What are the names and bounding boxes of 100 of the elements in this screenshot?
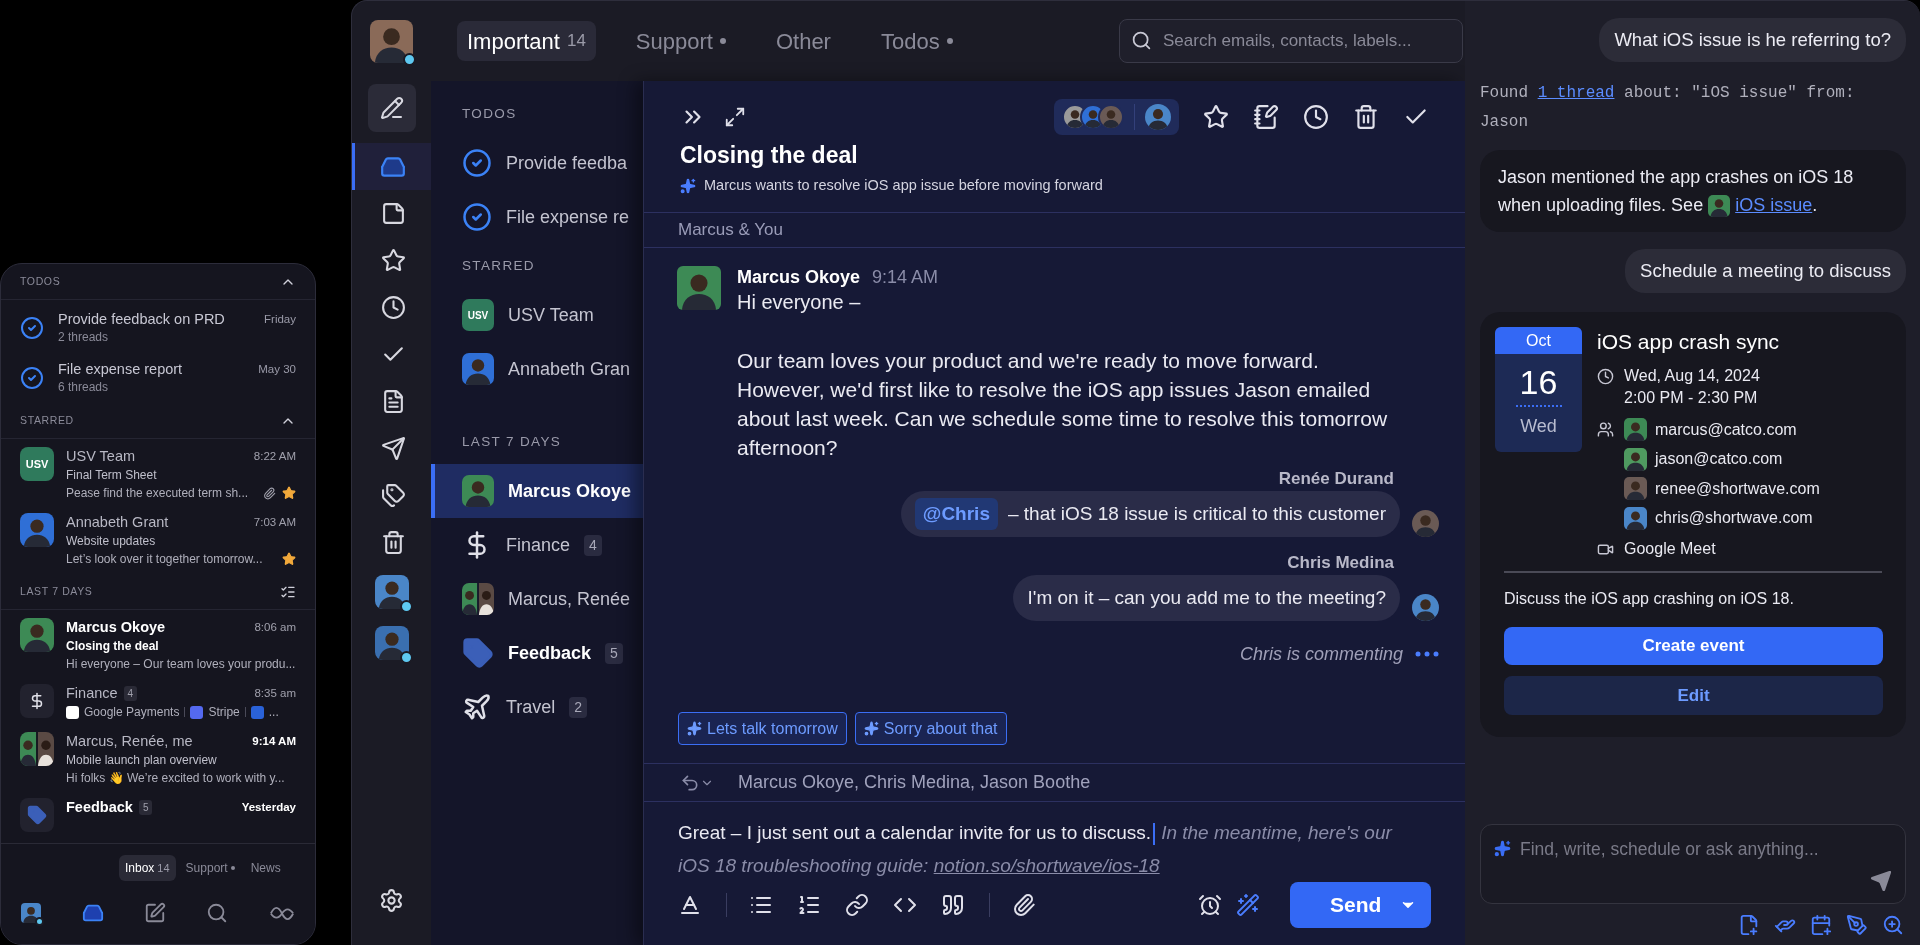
tab[interactable]: Important 14 xyxy=(457,21,596,61)
sparkles-icon xyxy=(1494,840,1511,857)
assistant-answer: Jason mentioned the app crashes on iOS 18 when uploading files. See iOS issue. xyxy=(1480,150,1906,232)
sparkles-icon xyxy=(863,721,879,736)
pencil-icon xyxy=(379,96,404,120)
quote-icon[interactable] xyxy=(941,893,965,917)
draft-text[interactable]: Great – I just sent out a calendar invite for us to discuss. In the meantime, here's our iOS 18 troubleshooting guide: notion.so/shortwave/ios-18 xyxy=(644,802,1465,882)
folder-item[interactable]: USV USV Team xyxy=(431,288,643,342)
attendee-email: jason@catco.com xyxy=(1655,449,1783,470)
todo-check-icon[interactable] xyxy=(20,316,44,340)
message-preview: Pease find the executed term sh... xyxy=(66,485,249,502)
sender-name: ... xyxy=(268,704,279,721)
count-badge: 2 xyxy=(569,696,588,718)
tab[interactable]: Support xyxy=(179,855,241,881)
expand-icon[interactable] xyxy=(724,106,746,128)
comment-text: – that iOS 18 issue is critical to this customer xyxy=(1007,501,1386,526)
subject-line: Website updates xyxy=(66,533,157,550)
sender-name: Marcus Okoye xyxy=(737,265,861,289)
attendee-email: marcus@catco.com xyxy=(1655,419,1797,440)
clock-icon xyxy=(1597,368,1614,385)
avatar: USV xyxy=(462,299,494,331)
sender-name: Feedback xyxy=(66,797,133,817)
compose-button[interactable] xyxy=(367,84,416,132)
section-heading: TODOS xyxy=(20,273,61,289)
send-icon xyxy=(380,436,406,461)
message-time: 9:14 AM xyxy=(872,265,939,289)
send-button[interactable]: Send xyxy=(1290,882,1431,928)
avatar: USV xyxy=(20,447,54,481)
event-date: Wed, Aug 14, 2024 xyxy=(1624,366,1760,386)
suggested-link[interactable]: notion.so/shortwave/ios-18 xyxy=(933,855,1160,876)
message-preview: Let’s look over it together tomorrow... xyxy=(66,551,263,568)
trash-icon[interactable] xyxy=(1353,104,1379,130)
suggestion-chip[interactable]: Lets talk tomorrow xyxy=(678,712,847,745)
inbox-icon[interactable] xyxy=(81,902,104,924)
add-note-icon[interactable] xyxy=(1253,104,1279,130)
edit-button[interactable]: Edit xyxy=(1504,676,1883,715)
thread-link[interactable]: iOS issue xyxy=(1735,195,1813,215)
folder-item[interactable]: Feedback 5 xyxy=(431,626,643,680)
folder-item[interactable]: Finance 4 xyxy=(431,518,643,572)
event-location: Google Meet xyxy=(1624,539,1716,559)
star-icon[interactable] xyxy=(282,552,296,566)
tab[interactable]: Other xyxy=(765,21,841,61)
compose-icon[interactable] xyxy=(143,902,166,924)
tab[interactable]: Todos xyxy=(870,21,963,61)
thread-link[interactable]: 1 thread xyxy=(1537,84,1615,102)
avatar-pair xyxy=(462,583,494,615)
star-icon[interactable] xyxy=(1203,104,1229,130)
numbered-list-icon[interactable] xyxy=(797,893,821,917)
alarm-clock-icon[interactable] xyxy=(1198,893,1222,917)
folder-item[interactable]: Marcus, Renée xyxy=(431,572,643,626)
event-month: Oct xyxy=(1526,330,1551,351)
folder-item[interactable]: File expense re xyxy=(431,190,643,244)
search-field[interactable]: Search emails, contacts, labels... xyxy=(1119,19,1463,63)
sender-name: Marcus Okoye xyxy=(66,617,166,637)
tab[interactable]: News xyxy=(244,855,287,881)
file-plus-icon[interactable] xyxy=(1738,914,1760,936)
text-style-icon[interactable] xyxy=(678,893,702,917)
paperclip-icon[interactable] xyxy=(1012,893,1036,917)
recipients: Marcus Okoye, Chris Medina, Jason Boothe xyxy=(738,771,1091,794)
mention-chip[interactable]: @Chris xyxy=(914,497,998,531)
send-icon[interactable] xyxy=(1870,870,1892,892)
star-icon[interactable] xyxy=(282,486,296,500)
folder-item[interactable]: Travel 2 xyxy=(431,680,643,734)
sparkle-wand-icon[interactable] xyxy=(1236,893,1260,917)
reply-all-icon[interactable] xyxy=(680,772,714,793)
section-heading: TODOS xyxy=(462,104,517,123)
section-heading: LAST 7 DAYS xyxy=(462,432,562,451)
people-icon xyxy=(1597,421,1614,438)
user-message: What iOS issue is he referring to? xyxy=(1599,18,1906,62)
clock-icon[interactable] xyxy=(1303,104,1329,130)
text-cursor xyxy=(1153,823,1156,845)
suggestion-chip[interactable]: Sorry about that xyxy=(854,712,1007,745)
zoom-search-icon[interactable] xyxy=(1882,914,1904,936)
avatar-pair xyxy=(20,732,54,766)
settings-icon[interactable] xyxy=(379,888,404,913)
sender-name: Annabeth Grant xyxy=(66,512,169,532)
ask-field[interactable]: Find, write, schedule or ask anything... xyxy=(1480,824,1906,904)
count-badge: 4 xyxy=(584,534,602,556)
count-badge: 5 xyxy=(605,642,623,664)
link-icon[interactable] xyxy=(845,893,869,917)
section-heading: STARRED xyxy=(20,412,74,428)
search-icon[interactable] xyxy=(206,902,229,924)
todo-check-icon xyxy=(462,202,492,232)
event-description: Discuss the iOS app crashing on iOS 18. xyxy=(1504,589,1795,609)
calendar-plus-icon[interactable] xyxy=(1810,914,1832,936)
folder-item[interactable]: Provide feedba xyxy=(431,136,643,190)
tab[interactable]: Inbox 14 xyxy=(119,855,176,881)
pen-nib-icon[interactable] xyxy=(1846,914,1868,936)
tab[interactable]: Support xyxy=(625,21,736,61)
count-badge: 4 xyxy=(123,686,138,701)
todo-date: May 30 xyxy=(258,361,296,377)
subject-line: Mobile launch plan overview xyxy=(66,752,218,769)
folder-item[interactable]: Marcus Okoye xyxy=(431,464,643,518)
tags-icon xyxy=(380,483,406,508)
avatar-group[interactable] xyxy=(1054,99,1179,135)
todo-check-icon[interactable] xyxy=(20,366,44,390)
folder-item[interactable]: Annabeth Gran xyxy=(431,342,643,396)
wave-logo-icon[interactable] xyxy=(268,904,295,922)
create-event-button[interactable]: Create event xyxy=(1504,627,1883,665)
sparkles-icon xyxy=(680,178,696,194)
